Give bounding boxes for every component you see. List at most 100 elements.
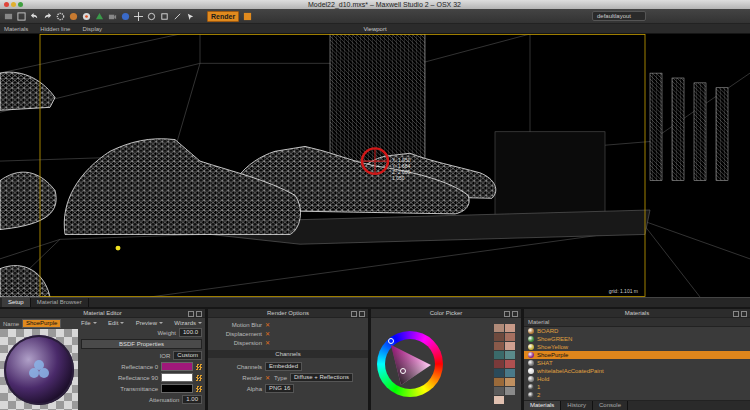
- attenuation-field[interactable]: 1.00: [182, 395, 202, 404]
- move-icon[interactable]: [134, 12, 143, 21]
- swatch[interactable]: [494, 360, 504, 368]
- scale-icon[interactable]: [160, 12, 169, 21]
- undo-icon[interactable]: [30, 12, 39, 21]
- view-option[interactable]: Materials: [4, 26, 28, 32]
- type-select[interactable]: Diffuse + Reflections: [290, 373, 353, 382]
- redo-icon[interactable]: [43, 12, 52, 21]
- editor-menu[interactable]: Edit: [108, 320, 124, 326]
- texture-icon[interactable]: [196, 386, 202, 392]
- swatch[interactable]: [505, 360, 515, 368]
- swatch[interactable]: [505, 378, 515, 386]
- bsdf-section[interactable]: BSDF Properties: [81, 339, 202, 349]
- editor-menu[interactable]: Preview: [136, 320, 163, 326]
- hue-wheel[interactable]: [377, 331, 443, 397]
- toggle-check[interactable]: ✕: [265, 321, 271, 328]
- swatch[interactable]: [494, 396, 504, 404]
- material-row[interactable]: 1: [524, 383, 750, 391]
- undock-button[interactable]: [351, 311, 357, 317]
- view-option[interactable]: Hidden line: [40, 26, 70, 32]
- swatch[interactable]: [494, 324, 504, 332]
- ior-select[interactable]: Custom: [173, 351, 202, 360]
- gear-icon[interactable]: [56, 12, 65, 21]
- light-icon[interactable]: [82, 12, 91, 21]
- name-field[interactable]: ShoePurple: [22, 319, 61, 328]
- close-panel-button[interactable]: [196, 311, 202, 317]
- editor-menu[interactable]: File: [81, 320, 97, 326]
- viewport-tab[interactable]: Setup: [2, 298, 31, 307]
- channels-select[interactable]: Embedded: [265, 362, 302, 371]
- swatch[interactable]: [494, 369, 504, 377]
- saturation-triangle-icon[interactable]: [385, 339, 435, 389]
- panel-title: Color Picker: [430, 309, 463, 317]
- swatch[interactable]: [505, 387, 515, 395]
- materials-tab[interactable]: History: [561, 401, 593, 410]
- close-panel-button[interactable]: [741, 311, 747, 317]
- close-panel-button[interactable]: [359, 311, 365, 317]
- snap-icon[interactable]: [173, 12, 182, 21]
- camera-icon[interactable]: [108, 12, 117, 21]
- grid-label: grid: 1.101 m: [609, 288, 638, 294]
- material-thumbnail: [528, 392, 534, 398]
- layout-select[interactable]: defaultlayout: [592, 11, 646, 21]
- color-box[interactable]: [161, 362, 193, 371]
- toggle-check[interactable]: ✕: [265, 339, 271, 346]
- swatch[interactable]: [505, 369, 515, 377]
- swatch[interactable]: [494, 378, 504, 386]
- weight-field[interactable]: 100.0: [179, 328, 202, 337]
- swatch[interactable]: [505, 342, 515, 350]
- swatch[interactable]: [505, 351, 515, 359]
- undock-button[interactable]: [504, 311, 510, 317]
- editor-menu[interactable]: Wizards: [174, 320, 202, 326]
- render-settings-icon[interactable]: [243, 12, 252, 21]
- color-property-row: Transmittance: [81, 384, 202, 393]
- zoom-button[interactable]: [18, 2, 23, 7]
- swatch[interactable]: [494, 351, 504, 359]
- material-row[interactable]: ShoeGREEN: [524, 335, 750, 343]
- panel-buttons: [351, 311, 365, 317]
- pick-icon[interactable]: [186, 12, 195, 21]
- dock: Material EditorNameShoePurpleFileEditPre…: [0, 307, 750, 410]
- materials-icon[interactable]: [4, 12, 13, 21]
- sphere-icon[interactable]: [69, 12, 78, 21]
- swatch[interactable]: [494, 333, 504, 341]
- close-button[interactable]: [4, 2, 9, 7]
- rotate-icon[interactable]: [147, 12, 156, 21]
- globe-icon[interactable]: [121, 12, 130, 21]
- color-box[interactable]: [161, 384, 193, 393]
- swatch[interactable]: [505, 333, 515, 341]
- swatch[interactable]: [494, 387, 504, 395]
- gizmo-readout: 1.050: [392, 175, 411, 181]
- material-row[interactable]: whitelabelAcCoatedPaint: [524, 367, 750, 375]
- material-row[interactable]: Hold: [524, 375, 750, 383]
- viewport[interactable]: X: 1.950Y: 1.684Z: 2.0001.050grid: 1.101…: [0, 34, 750, 297]
- material-row[interactable]: ShoeYellow: [524, 343, 750, 351]
- texture-icon[interactable]: [196, 375, 202, 381]
- object-icon[interactable]: [95, 12, 104, 21]
- view-option[interactable]: Display: [82, 26, 102, 32]
- swatch[interactable]: [505, 324, 515, 332]
- material-row[interactable]: 2: [524, 391, 750, 399]
- render-button[interactable]: Render: [207, 11, 239, 22]
- toggle-check[interactable]: ✕: [265, 330, 271, 337]
- materials-tab[interactable]: Materials: [524, 401, 561, 410]
- color-box[interactable]: [161, 373, 193, 382]
- close-panel-button[interactable]: [512, 311, 518, 317]
- material-row[interactable]: BOARD: [524, 327, 750, 335]
- viewport-tab[interactable]: Material Browser: [31, 298, 89, 307]
- render-check[interactable]: ✕: [265, 374, 271, 381]
- undock-button[interactable]: [733, 311, 739, 317]
- material-row[interactable]: ShoePurple: [524, 351, 750, 359]
- alpha-select[interactable]: PNG 16: [265, 384, 294, 393]
- property-label: Reflectance 0: [81, 364, 158, 370]
- color-picker-panel: Color Picker: [371, 309, 521, 410]
- material-row[interactable]: SHAT: [524, 359, 750, 367]
- undock-button[interactable]: [188, 311, 194, 317]
- alpha-label: Alpha: [222, 386, 262, 392]
- minimize-button[interactable]: [11, 2, 16, 7]
- swatch[interactable]: [494, 342, 504, 350]
- texture-icon[interactable]: [196, 364, 202, 370]
- materials-tab[interactable]: Console: [593, 401, 628, 410]
- hidden-line-icon[interactable]: [17, 12, 26, 21]
- swatch[interactable]: [505, 396, 515, 404]
- hue-marker[interactable]: [388, 338, 394, 344]
